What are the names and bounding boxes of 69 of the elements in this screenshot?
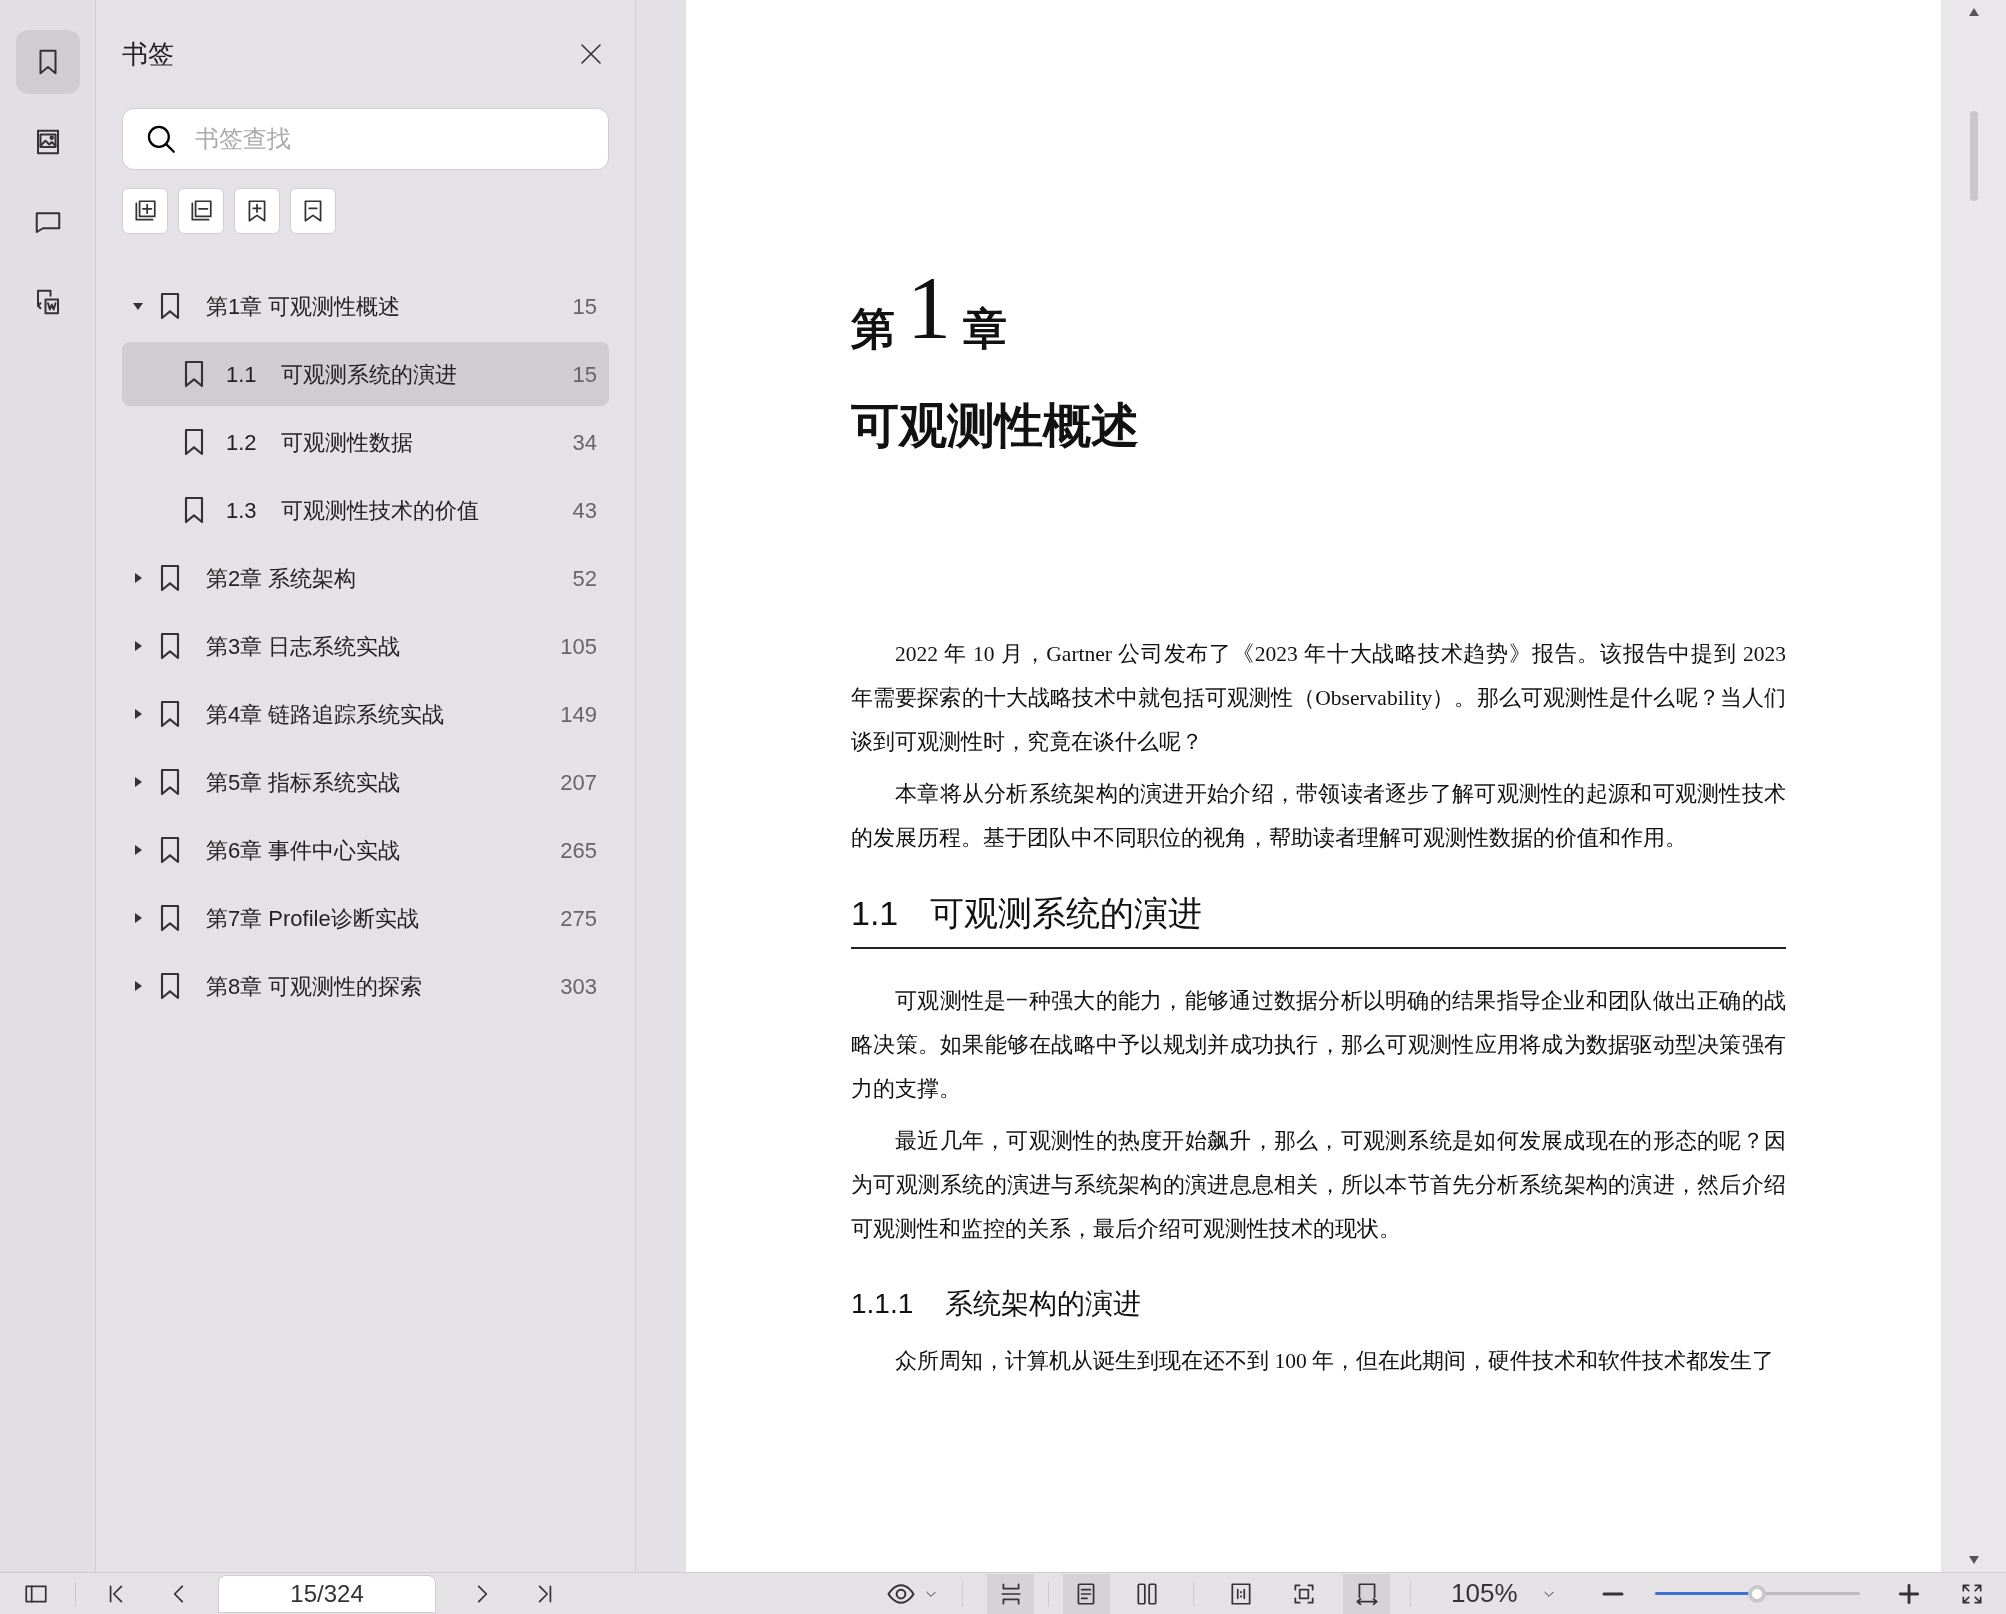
scroll-mode-button[interactable] (987, 1573, 1034, 1614)
bookmark-item[interactable]: 第3章 日志系统实战 105 (122, 614, 609, 678)
bookmark-item[interactable]: 第2章 系统架构 52 (122, 546, 609, 610)
bookmark-item[interactable]: 第7章 Profile诊断实战 275 (122, 886, 609, 950)
actual-size-icon (1228, 1580, 1254, 1607)
scroll-down-arrow-icon[interactable] (1968, 1556, 1979, 1564)
bookmark-tool-button[interactable] (178, 188, 224, 234)
bookmark-title: 第7章 Profile诊断实战 (206, 904, 419, 933)
bookmark-tool-button[interactable] (122, 188, 168, 234)
bookmark-title: 第4章 链路追踪系统实战 (206, 700, 445, 729)
search-field[interactable]: 书签查找 (122, 108, 609, 170)
bookmark-number: 1.3 (226, 496, 257, 525)
page-number: 105 (560, 632, 597, 661)
slider-thumb[interactable] (1748, 1584, 1767, 1603)
panel-title: 书签 (122, 37, 174, 71)
zoom-dropdown[interactable]: 105% (1451, 1574, 1556, 1613)
page-number: 15 (572, 360, 597, 389)
body-paragraph: 众所周知，计算机从诞生到现在还不到 100 年，但在此期间，硬件技术和软件技术都发生了 (894, 1348, 1775, 1375)
body-paragraph: 本章将从分析系统架构的演进开始介绍，带领读者逐步了解可观测性的起源和可观测性技术的发展历程。基于团队中不同职位的视角，帮助读者理解可观测性数据的价值和作用。 (851, 781, 1786, 852)
close-icon (579, 42, 603, 66)
bookmark-title: 第1章 可观测性概述 (206, 292, 401, 321)
page-number: 43 (572, 496, 597, 525)
bookmark-title: 可观测系统的演进 (280, 360, 457, 389)
page-number: 303 (560, 972, 597, 1001)
page-number: 275 (560, 904, 597, 933)
fit-width-icon (1353, 1580, 1380, 1607)
page-number: 207 (560, 768, 597, 797)
bookmark-item[interactable]: 1.3 可观测性技术的价值 43 (122, 478, 609, 542)
body-paragraph: 可观测性是一种强大的能力，能够通过数据分析以明确的结果指导企业和团队做出正确的战略决策。如果能够在战略中予以规划并成功执行，那么可观测性应用将成为数据驱动型决策强有力的支撑。 (851, 988, 1786, 1103)
bookmark-title: 第3章 日志系统实战 (206, 632, 401, 661)
bookmark-tool-button[interactable] (234, 188, 280, 234)
page-number: 15 (572, 292, 597, 321)
bookmark-item[interactable]: 第6章 事件中心实战 265 (122, 818, 609, 882)
bookmark-title: 可观测性数据 (280, 428, 413, 457)
subsection-heading: 1.1.1 系统架构的演进 (851, 1287, 1143, 1321)
page-number: 265 (560, 836, 597, 865)
page-number: 149 (560, 700, 597, 729)
minus-icon (1602, 1591, 1625, 1596)
bookmark-item[interactable]: 第4章 链路追踪系统实战 149 (122, 682, 609, 746)
bookmark-number: 1.2 (226, 428, 257, 457)
bookmark-item[interactable]: 第8章 可观测性的探索 303 (122, 954, 609, 1018)
bookmark-item[interactable]: 1.1 可观测系统的演进 15 (122, 342, 609, 406)
vertical-scrollbar[interactable] (1941, 0, 2006, 1572)
bookmark-number: 1.1 (226, 360, 257, 389)
bookmark-item[interactable]: 第1章 可观测性概述 15 (122, 274, 609, 338)
page-number-field[interactable]: 15/324 (218, 1574, 437, 1613)
collapse-all-icon (188, 198, 214, 224)
bookmark-title: 第8章 可观测性的探索 (206, 972, 423, 1001)
zoom-fit-button[interactable] (1343, 1573, 1391, 1614)
bookmark-tool-button[interactable] (290, 188, 336, 234)
zoom-slider[interactable] (1654, 1583, 1860, 1604)
bookmark-title: 第6章 事件中心实战 (206, 836, 401, 865)
bookmark-title: 第2章 系统架构 (206, 564, 357, 593)
section-heading: 1.1 可观测系统的演进 (851, 888, 1786, 949)
scrollbar-thumb[interactable] (1969, 111, 1978, 201)
bookmark-title: 第5章 指标系统实战 (206, 768, 401, 797)
expand-all-icon (132, 198, 158, 224)
page-number: 34 (572, 428, 597, 457)
scroll-up-arrow-icon[interactable] (1968, 8, 1979, 16)
bookmark-title: 可观测性技术的价值 (280, 496, 479, 525)
bookmark-item[interactable]: 1.2 可观测性数据 34 (122, 410, 609, 474)
page-number: 52 (572, 564, 597, 593)
chapter-title: 可观测性概述 (851, 398, 1140, 454)
page-mode-button[interactable] (1062, 1573, 1110, 1614)
body-paragraph: 2022 年 10 月，Gartner 公司发布了《2023 年十大战略技术趋势》报告。该报告中提到 2023 年需要探索的十大战略技术中就包括可观测性（Observability）。那么可观测性是什么呢？当人们谈到可观测性时，究竟在谈什么呢？ (851, 641, 1786, 756)
rail-tab[interactable] (15, 30, 80, 94)
bookmark-item[interactable]: 第5章 指标系统实战 207 (122, 750, 609, 814)
chapter-heading: 第 1 章 (851, 262, 1008, 352)
body-paragraph: 最近几年，可观测性的热度开始飙升，那么，可观测系统是如何发展成现在的形态的呢？因为可观测系统的演进与系统架构的演进息息相关，所以本节首先分析系统架构的演进，然后介绍可观测性和监控的关系，最后介绍可观测性技术的现状。 (851, 1128, 1786, 1243)
